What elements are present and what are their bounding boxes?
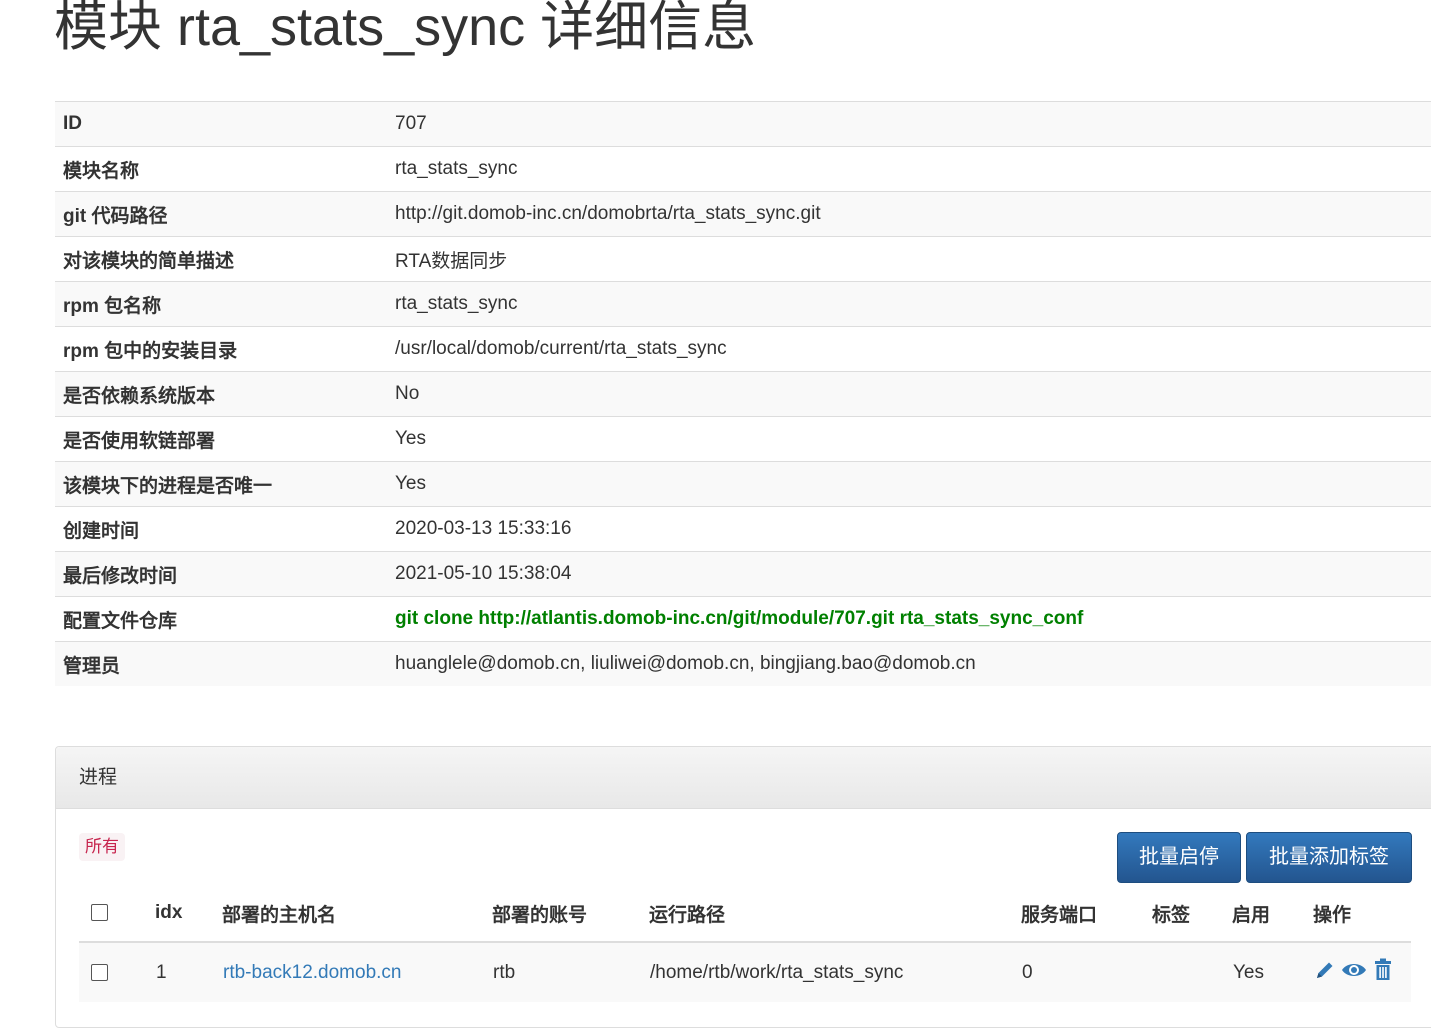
info-row-created-at: 创建时间 2020-03-13 15:33:16 bbox=[55, 506, 1431, 552]
info-value: Yes bbox=[387, 416, 1431, 462]
info-label: 是否依赖系统版本 bbox=[55, 371, 387, 417]
info-value: huanglele@domob.cn, liuliwei@domob.cn, b… bbox=[387, 641, 1431, 686]
info-row-module-name: 模块名称 rta_stats_sync bbox=[55, 146, 1431, 192]
info-value: Yes bbox=[387, 461, 1431, 507]
row-checkbox[interactable] bbox=[91, 963, 108, 981]
trash-icon[interactable] bbox=[1373, 958, 1393, 988]
pencil-icon[interactable] bbox=[1314, 959, 1336, 987]
info-value: 707 bbox=[387, 101, 1431, 147]
info-row-config-repo: 配置文件仓库 git clone http://atlantis.domob-i… bbox=[55, 596, 1431, 642]
process-table: idx 部署的主机名 部署的账号 运行路径 服务端口 标签 启用 操作 1 rt… bbox=[79, 885, 1411, 1002]
info-label: 最后修改时间 bbox=[55, 551, 387, 597]
info-row-admins: 管理员 huanglele@domob.cn, liuliwei@domob.c… bbox=[55, 641, 1431, 686]
info-value: 2020-03-13 15:33:16 bbox=[387, 506, 1431, 552]
table-row: 1 rtb-back12.domob.cn rtb /home/rtb/work… bbox=[79, 942, 1411, 1002]
info-row-rpm-install-dir: rpm 包中的安装目录 /usr/local/domob/current/rta… bbox=[55, 326, 1431, 372]
col-run-path: 运行路径 bbox=[649, 885, 1021, 943]
batch-toggle-button[interactable]: 批量启停 bbox=[1117, 832, 1241, 883]
col-tags: 标签 bbox=[1152, 885, 1232, 943]
info-label: 创建时间 bbox=[55, 506, 387, 552]
process-table-header: idx 部署的主机名 部署的账号 运行路径 服务端口 标签 启用 操作 bbox=[79, 885, 1411, 943]
info-row-id: ID 707 bbox=[55, 101, 1431, 147]
info-row-symlink-deploy: 是否使用软链部署 Yes bbox=[55, 416, 1431, 462]
row-select-cell bbox=[79, 942, 155, 1002]
info-row-unique-process: 该模块下的进程是否唯一 Yes bbox=[55, 461, 1431, 507]
info-row-rpm-name: rpm 包名称 rta_stats_sync bbox=[55, 281, 1431, 327]
cell-run-path: /home/rtb/work/rta_stats_sync bbox=[649, 942, 1021, 1002]
info-label: ID bbox=[55, 101, 387, 147]
info-row-depends-os-version: 是否依赖系统版本 No bbox=[55, 371, 1431, 417]
process-panel-heading: 进程 bbox=[56, 747, 1431, 809]
select-all-cell bbox=[79, 885, 155, 943]
batch-add-tag-button[interactable]: 批量添加标签 bbox=[1246, 832, 1412, 883]
info-label: 该模块下的进程是否唯一 bbox=[55, 461, 387, 507]
cell-account: rtb bbox=[492, 942, 649, 1002]
module-info-table: ID 707 模块名称 rta_stats_sync git 代码路径 http… bbox=[55, 101, 1431, 686]
process-panel: 进程 所有 批量启停 批量添加标签 idx 部署的主机名 部署的账号 运行路径 … bbox=[55, 746, 1431, 1028]
col-port: 服务端口 bbox=[1021, 885, 1152, 943]
info-label: 对该模块的简单描述 bbox=[55, 236, 387, 282]
eye-icon[interactable] bbox=[1341, 959, 1367, 987]
cell-idx: 1 bbox=[155, 942, 222, 1002]
col-actions: 操作 bbox=[1313, 885, 1411, 943]
col-host: 部署的主机名 bbox=[222, 885, 492, 943]
info-label: 配置文件仓库 bbox=[55, 596, 387, 642]
info-row-description: 对该模块的简单描述 RTA数据同步 bbox=[55, 236, 1431, 282]
info-value: /usr/local/domob/current/rta_stats_sync bbox=[387, 326, 1431, 372]
cell-actions bbox=[1313, 942, 1411, 1002]
cell-enabled: Yes bbox=[1232, 942, 1313, 1002]
info-value: http://git.domob-inc.cn/domobrta/rta_sta… bbox=[387, 191, 1431, 237]
info-label: git 代码路径 bbox=[55, 191, 387, 237]
col-account: 部署的账号 bbox=[492, 885, 649, 943]
info-value: rta_stats_sync bbox=[387, 146, 1431, 192]
info-label: 模块名称 bbox=[55, 146, 387, 192]
info-label: 是否使用软链部署 bbox=[55, 416, 387, 462]
page-title: 模块 rta_stats_sync 详细信息 bbox=[54, 0, 757, 57]
info-value: RTA数据同步 bbox=[387, 236, 1431, 282]
cell-tags bbox=[1152, 942, 1232, 1002]
info-row-modified-at: 最后修改时间 2021-05-10 15:38:04 bbox=[55, 551, 1431, 597]
cell-host: rtb-back12.domob.cn bbox=[222, 942, 492, 1002]
info-row-git-path: git 代码路径 http://git.domob-inc.cn/domobrt… bbox=[55, 191, 1431, 237]
info-value: No bbox=[387, 371, 1431, 417]
config-repo-command: git clone http://atlantis.domob-inc.cn/g… bbox=[387, 596, 1431, 642]
info-value: rta_stats_sync bbox=[387, 281, 1431, 327]
col-enabled: 启用 bbox=[1232, 885, 1313, 943]
info-label: rpm 包名称 bbox=[55, 281, 387, 327]
info-label: 管理员 bbox=[55, 641, 387, 686]
select-all-checkbox[interactable] bbox=[91, 904, 108, 922]
info-value: 2021-05-10 15:38:04 bbox=[387, 551, 1431, 597]
filter-all-tag[interactable]: 所有 bbox=[79, 833, 125, 861]
host-link[interactable]: rtb-back12.domob.cn bbox=[223, 962, 402, 983]
cell-port: 0 bbox=[1021, 942, 1152, 1002]
info-label: rpm 包中的安装目录 bbox=[55, 326, 387, 372]
col-idx: idx bbox=[155, 885, 222, 943]
